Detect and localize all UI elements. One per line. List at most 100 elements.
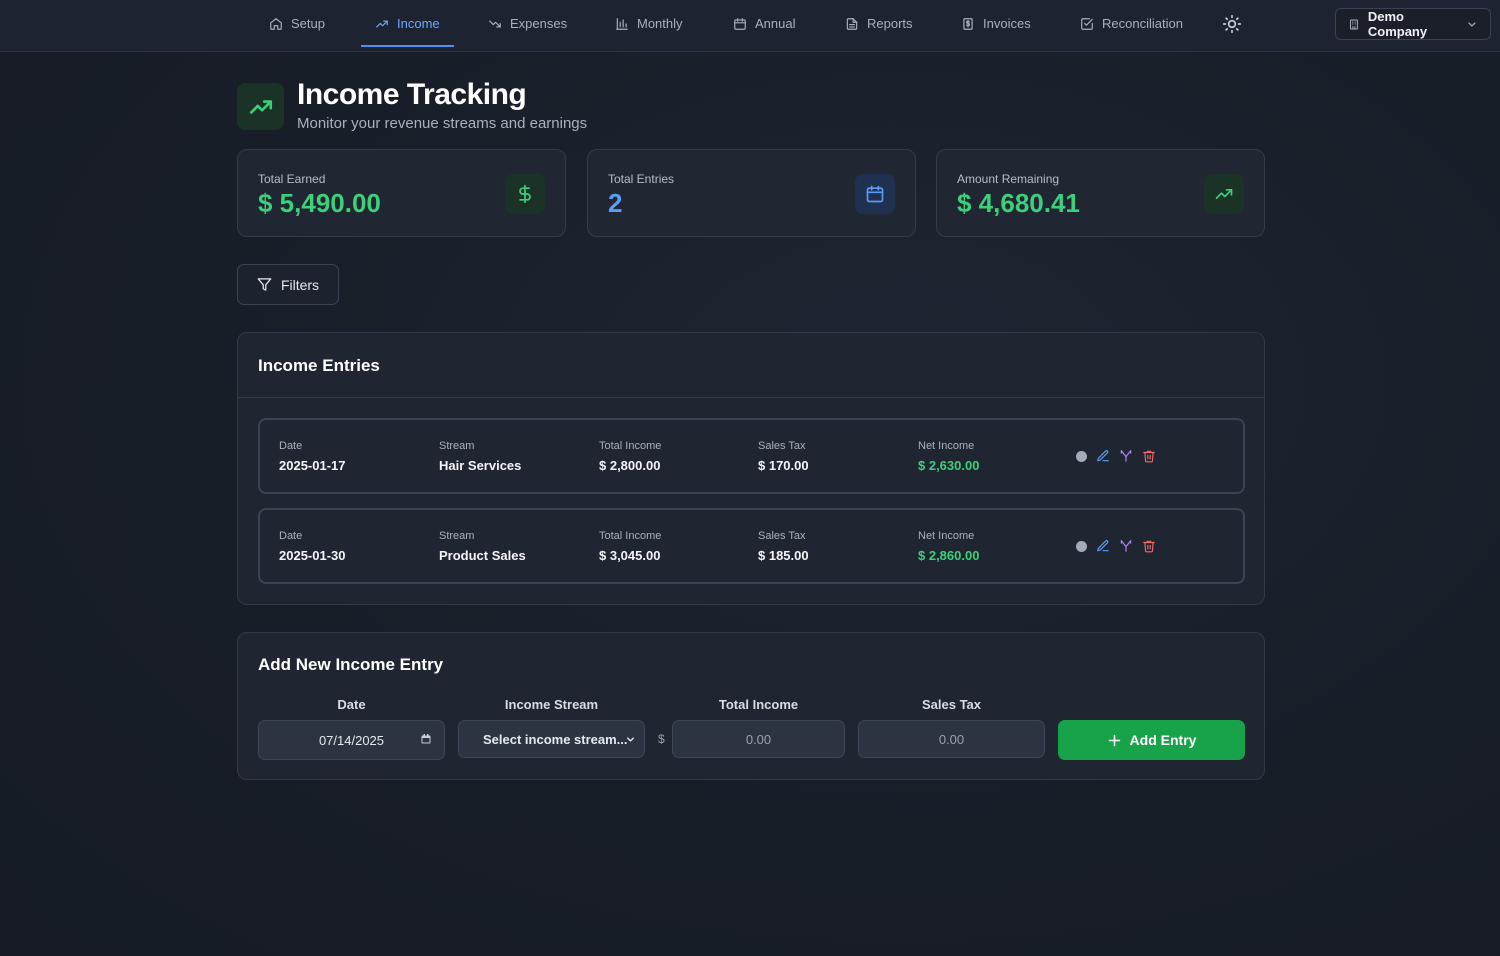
total-income-label: Total Income [718,697,799,712]
chevron-down-icon [627,737,634,742]
divider [238,397,1264,398]
cell-total-income: Total Income $ 2,800.00 [599,440,661,473]
stat-value: $ 4,680.41 [957,188,1080,218]
nav-tab-label: Annual [755,16,796,31]
cell-value: $ 185.00 [758,548,809,563]
cell-value: $ 2,860.00 [918,548,980,563]
date-label: Date [337,697,366,712]
row-actions [1076,539,1156,553]
dollar-icon [519,184,531,204]
cell-total-income: Total Income $ 3,045.00 [599,530,661,563]
plus-icon [1108,734,1120,746]
sun-icon [1222,14,1242,34]
edit-icon[interactable] [1096,449,1110,463]
sales-tax-input[interactable]: 0.00 [858,720,1045,758]
trash-icon[interactable] [1142,449,1156,463]
filters-button[interactable]: Filters [237,264,339,305]
cell-label: Stream [439,440,475,452]
page-subtitle: Monitor your revenue streams and earning… [297,115,588,132]
cell-net-income: Net Income $ 2,860.00 [918,530,979,563]
filters-label: Filters [280,276,320,293]
cell-date: Date 2025-01-17 [279,440,346,473]
theme-toggle-button[interactable] [1222,14,1242,34]
row-actions [1076,449,1156,463]
cell-label: Date [279,530,303,542]
cell-value: Hair Services [439,458,522,473]
add-entry-label: Add Entry [1129,732,1197,748]
trending-up-icon [249,99,272,114]
nav-tab-label: Expenses [510,16,568,31]
cell-value: Product Sales [439,548,526,563]
add-entry-button[interactable]: Add Entry [1058,720,1245,760]
cell-label: Net Income [918,440,975,452]
stat-icon-badge [505,174,545,214]
receipt-icon [963,17,973,30]
home-icon [270,17,282,30]
nav-tab-label: Income [397,16,440,31]
income-stream-value: Select income stream... [483,731,628,747]
cell-label: Net Income [918,530,975,542]
add-income-title: Add New Income Entry [258,655,444,674]
cell-label: Date [279,440,303,452]
cell-value: $ 170.00 [758,458,809,473]
page-title: Income Tracking [297,78,527,111]
cell-label: Total Income [599,530,662,542]
nav-tab-income[interactable]: Income [361,0,454,47]
stat-icon-badge [855,174,895,214]
cell-value: 2025-01-30 [279,548,346,563]
check-square-icon [1081,17,1093,30]
company-selector-button[interactable]: Demo Company [1335,8,1491,40]
trending-down-icon [489,20,501,27]
currency-symbol: $ [658,732,665,746]
income-stream-select[interactable]: Select income stream... [458,720,645,758]
cell-stream: Stream Product Sales [439,530,526,563]
filter-icon [257,278,272,291]
nav-tab-monthly[interactable]: Monthly [615,0,683,47]
table-row: Date 2025-01-17 Stream Hair Services Tot… [258,418,1245,494]
cell-label: Sales Tax [758,530,806,542]
nav-tab-label: Setup [291,16,325,31]
calendar-icon [866,185,884,203]
sales-tax-placeholder: 0.00 [938,731,965,747]
trash-icon[interactable] [1142,539,1156,553]
stat-label: Total Entries [608,172,675,186]
nav-tab-setup[interactable]: Setup [269,0,325,47]
trending-up-icon [1215,189,1233,199]
split-icon[interactable] [1119,449,1133,463]
date-input[interactable]: 07/14/2025 [258,720,445,760]
stat-icon-badge [1204,174,1244,214]
trending-up-icon [376,20,388,27]
stat-value: 2 [608,188,623,218]
nav-tab-expenses[interactable]: Expenses [488,0,567,47]
income-entries-title: Income Entries [258,356,380,375]
top-navigation: Setup Income Expenses Monthly Annual Rep… [0,0,1500,52]
calendar-icon[interactable] [420,733,432,745]
cell-date: Date 2025-01-30 [279,530,346,563]
nav-tab-reconciliation[interactable]: Reconciliation [1080,0,1183,47]
cell-value: $ 2,800.00 [599,458,661,473]
nav-tab-reports[interactable]: Reports [845,0,913,47]
income-stream-label: Income Stream [504,697,599,712]
nav-tab-annual[interactable]: Annual [733,0,795,47]
nav-tab-label: Monthly [637,16,683,31]
income-entries-panel: Income Entries Date 2025-01-17 Stream Ha… [237,332,1265,605]
nav-tab-invoices[interactable]: Invoices [961,0,1031,47]
file-text-icon [846,17,858,30]
calendar-icon [734,17,746,30]
status-dot[interactable] [1076,540,1087,552]
add-income-panel: Add New Income Entry Date Income Stream … [237,632,1265,780]
bar-chart-icon [616,17,628,30]
sales-tax-label: Sales Tax [921,697,982,712]
edit-icon[interactable] [1096,539,1110,553]
cell-value: $ 2,630.00 [918,458,980,473]
stat-card-total-earned: Total Earned $ 5,490.00 [237,149,566,237]
nav-tab-label: Reports [867,16,913,31]
cell-label: Total Income [599,440,662,452]
stat-card-total-entries: Total Entries 2 [587,149,916,237]
stat-label: Amount Remaining [957,172,1060,186]
cell-value: $ 3,045.00 [599,548,661,563]
status-dot[interactable] [1076,450,1087,462]
total-income-input[interactable]: 0.00 [672,720,845,758]
nav-tab-label: Reconciliation [1102,16,1183,31]
split-icon[interactable] [1119,539,1133,553]
